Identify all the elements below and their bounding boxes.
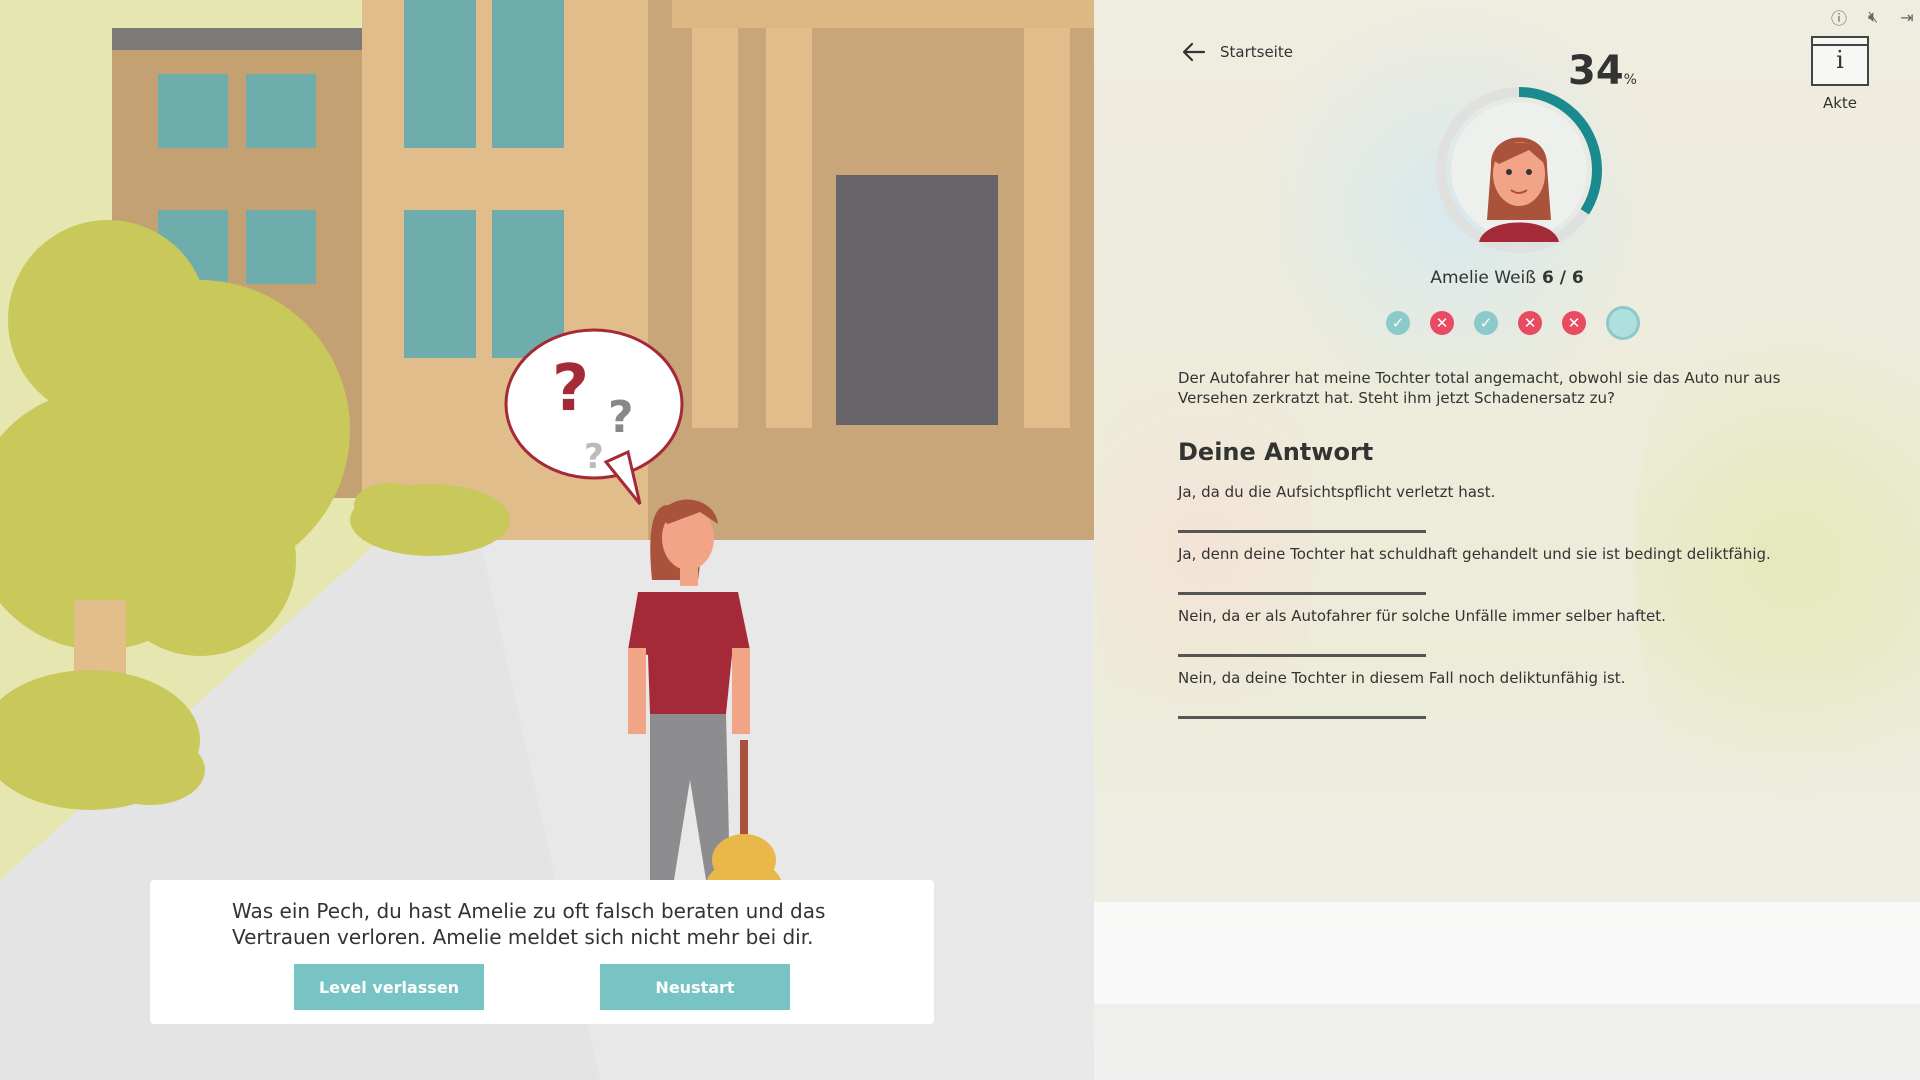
character-name: Amelie Weiß xyxy=(1430,268,1536,288)
answer-history: ✓ ✕ ✓ ✕ ✕ xyxy=(1386,306,1640,340)
character-count: 6 / 6 xyxy=(1541,268,1584,288)
result-wrong-icon: ✕ xyxy=(1430,311,1454,335)
back-to-home-button[interactable]: Startseite xyxy=(1180,38,1293,66)
answer-option[interactable]: Nein, da er als Autofahrer für solche Un… xyxy=(1178,606,1858,668)
character-avatar xyxy=(1429,80,1609,260)
answer-option[interactable]: Ja, da du die Aufsichtspflicht verletzt … xyxy=(1178,482,1858,544)
answer-option[interactable]: Nein, da deine Tochter in diesem Fall no… xyxy=(1178,668,1858,730)
result-wrong-icon: ✕ xyxy=(1562,311,1586,335)
svg-text:?: ? xyxy=(552,352,589,426)
game-over-dialog: Was ein Pech, du hast Amelie zu oft fals… xyxy=(150,880,934,1024)
top-icon-bar: ⓘ 🔇︎ ⇥ xyxy=(1826,4,1920,30)
question-text: Der Autofahrer hat meine Tochter total a… xyxy=(1178,369,1781,407)
mute-icon[interactable]: 🔇︎ xyxy=(1860,4,1886,30)
answer-list: Ja, da du die Aufsichtspflicht verletzt … xyxy=(1178,482,1858,730)
svg-text:?: ? xyxy=(608,392,634,443)
question-panel: Startseite ⓘ 🔇︎ ⇥ i Akte 34% Amelie Weiß… xyxy=(1094,0,1920,1080)
akte-label: Akte xyxy=(1822,94,1858,112)
answer-heading: Deine Antwort xyxy=(1178,438,1374,466)
exit-icon[interactable]: ⇥ xyxy=(1894,4,1920,30)
document-icon: i xyxy=(1811,36,1869,86)
back-label: Startseite xyxy=(1220,43,1293,61)
arrow-left-icon xyxy=(1182,42,1206,62)
leave-level-button[interactable]: Level verlassen xyxy=(294,964,484,1010)
result-correct-icon: ✓ xyxy=(1474,311,1498,335)
result-correct-icon: ✓ xyxy=(1386,311,1410,335)
restart-button[interactable]: Neustart xyxy=(600,964,790,1010)
akte-button[interactable]: i Akte xyxy=(1810,36,1870,112)
info-icon[interactable]: ⓘ xyxy=(1826,4,1852,30)
character-name-line: Amelie Weiß 6 / 6 xyxy=(1094,268,1920,288)
result-wrong-icon: ✕ xyxy=(1518,311,1542,335)
answer-option[interactable]: Ja, denn deine Tochter hat schuldhaft ge… xyxy=(1178,544,1858,606)
svg-text:?: ? xyxy=(584,437,604,477)
result-current-icon xyxy=(1606,306,1640,340)
dialog-message: Was ein Pech, du hast Amelie zu oft fals… xyxy=(232,899,826,949)
